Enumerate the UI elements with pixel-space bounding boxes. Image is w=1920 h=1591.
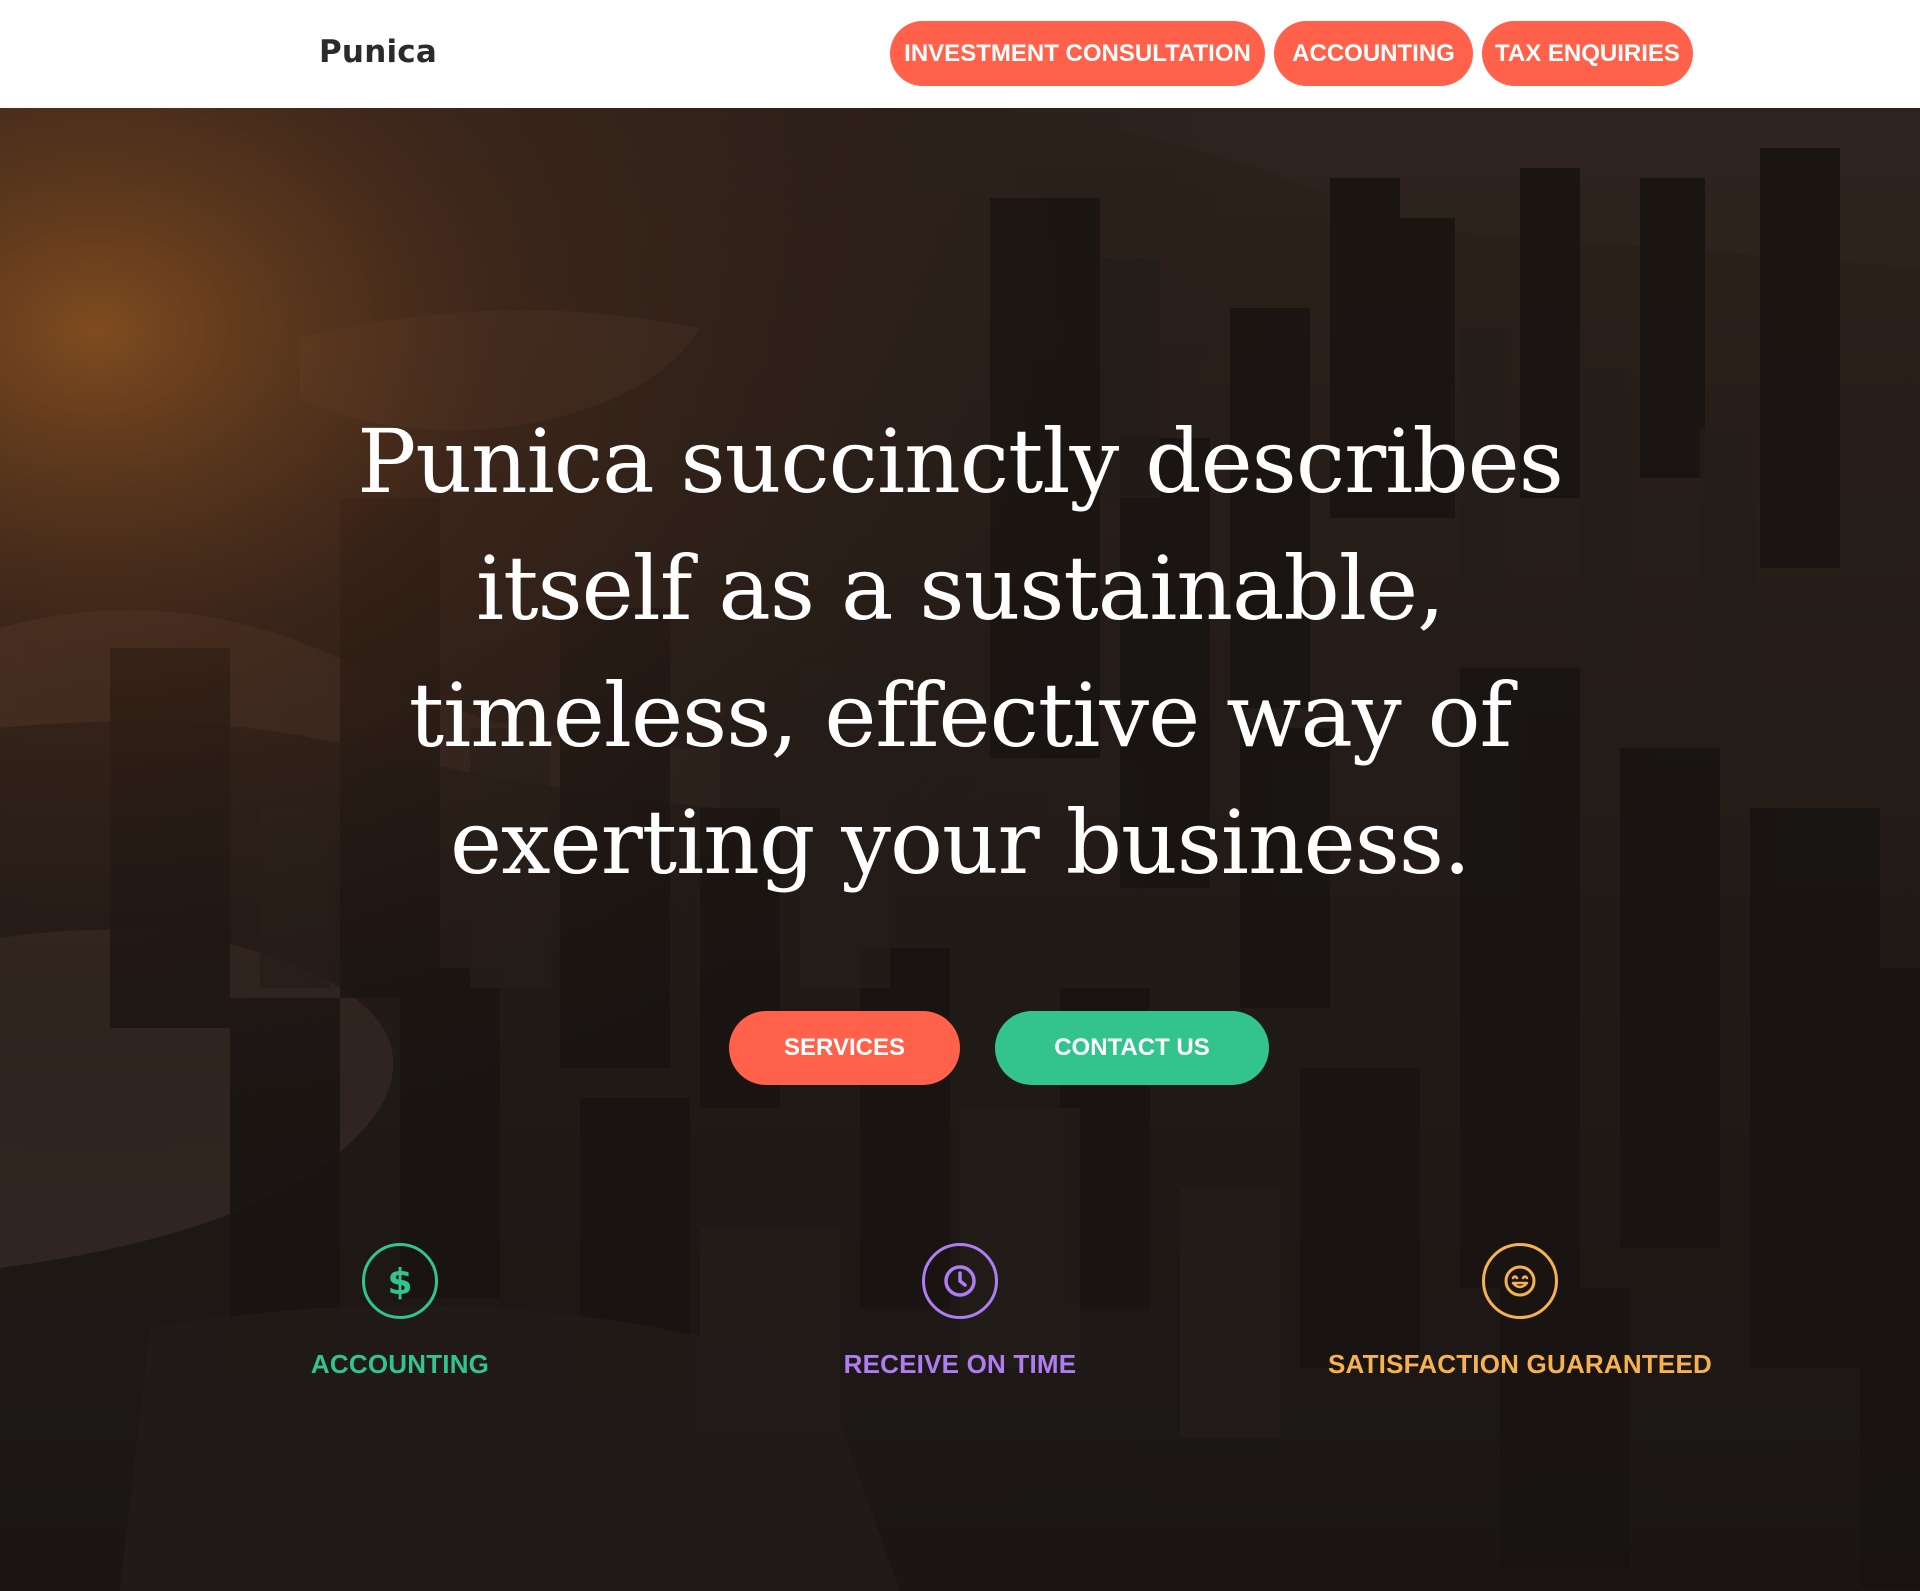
brand-logo[interactable]: Punica bbox=[319, 34, 437, 70]
feature-label: ACCOUNTING bbox=[310, 1349, 490, 1379]
hero-section: Punica succinctly describes itself as a … bbox=[0, 108, 1920, 1591]
clock-icon bbox=[922, 1243, 998, 1319]
site-header: Punica INVESTMENT CONSULTATION ACCOUNTIN… bbox=[0, 0, 1920, 108]
hero-headline: Punica succinctly describes itself as a … bbox=[357, 410, 1564, 894]
smiley-icon bbox=[1482, 1243, 1558, 1319]
nav-investment-consultation[interactable]: INVESTMENT CONSULTATION bbox=[890, 21, 1265, 86]
main-nav: INVESTMENT CONSULTATION ACCOUNTING TAX E… bbox=[890, 21, 1693, 86]
feature-receive-on-time: RECEIVE ON TIME bbox=[750, 1243, 1170, 1380]
feature-satisfaction-guaranteed: SATISFACTION GUARANTEED bbox=[1310, 1243, 1730, 1380]
feature-label: SATISFACTION GUARANTEED bbox=[1327, 1349, 1712, 1379]
nav-accounting[interactable]: ACCOUNTING bbox=[1274, 21, 1473, 86]
contact-us-button[interactable]: CONTACT US bbox=[995, 1011, 1269, 1085]
services-button[interactable]: SERVICES bbox=[729, 1011, 960, 1085]
dollar-icon: $ bbox=[362, 1243, 438, 1319]
feature-accounting: $ ACCOUNTING bbox=[190, 1243, 610, 1380]
feature-label: RECEIVE ON TIME bbox=[843, 1349, 1077, 1379]
svg-text:$: $ bbox=[387, 1262, 412, 1301]
nav-tax-enquiries[interactable]: TAX ENQUIRIES bbox=[1482, 21, 1693, 86]
